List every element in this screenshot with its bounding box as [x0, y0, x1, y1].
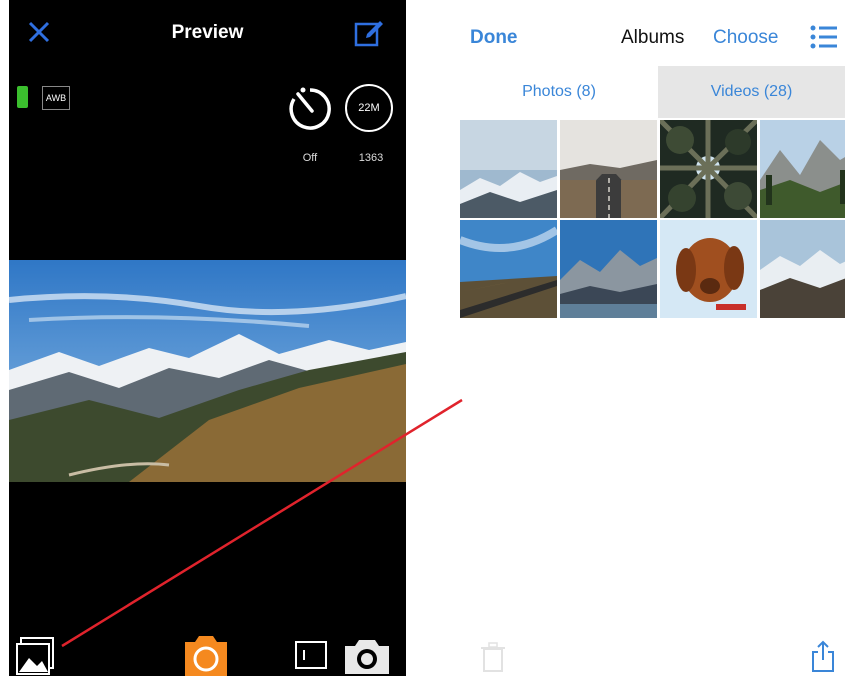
thumbnail-mountains[interactable]	[460, 120, 557, 218]
tab-videos[interactable]: Videos (28)	[658, 66, 845, 118]
shutter-button[interactable]	[181, 634, 231, 676]
album-nav-bar: Done Albums Choose	[460, 0, 845, 67]
live-preview-image	[9, 260, 406, 482]
thumbnail-grid	[460, 118, 845, 320]
album-screen: Done Albums Choose Photos (8) Videos (28…	[460, 0, 845, 676]
album-title: Albums	[621, 27, 685, 48]
thumbnail-highway[interactable]	[460, 220, 557, 318]
thumbnail-valley[interactable]	[760, 120, 845, 218]
thumbnail-road[interactable]	[560, 120, 657, 218]
thumbnail-mountain-lake[interactable]	[560, 220, 657, 318]
timer-state-label: Off	[302, 152, 318, 164]
awb-badge: AWB	[42, 86, 70, 110]
camera-icon[interactable]	[341, 636, 393, 676]
tab-photos[interactable]: Photos (8)	[460, 66, 658, 118]
battery-icon	[17, 86, 28, 108]
media-tabs: Photos (8) Videos (28)	[460, 66, 845, 118]
done-button[interactable]: Done	[470, 27, 518, 49]
gallery-icon[interactable]	[15, 636, 55, 676]
share-icon[interactable]	[810, 640, 836, 672]
timer-icon[interactable]	[285, 84, 335, 134]
video-mode-icon[interactable]	[294, 640, 332, 670]
choose-button[interactable]: Choose	[713, 27, 779, 49]
remaining-shots-label: 1363	[358, 152, 384, 164]
list-icon[interactable]	[810, 24, 838, 50]
preview-nav-bar: Preview	[9, 0, 406, 62]
page-title: Preview	[171, 22, 244, 43]
resolution-badge[interactable]: 22M	[345, 84, 393, 132]
trash-icon[interactable]	[480, 642, 506, 672]
thumbnail-ridge[interactable]	[760, 220, 845, 318]
thumbnail-dog[interactable]	[660, 220, 757, 318]
thumbnail-forest[interactable]	[660, 120, 757, 218]
camera-preview-screen: Preview AWB 22M Off 1363	[9, 0, 406, 676]
edit-icon[interactable]	[353, 16, 385, 48]
